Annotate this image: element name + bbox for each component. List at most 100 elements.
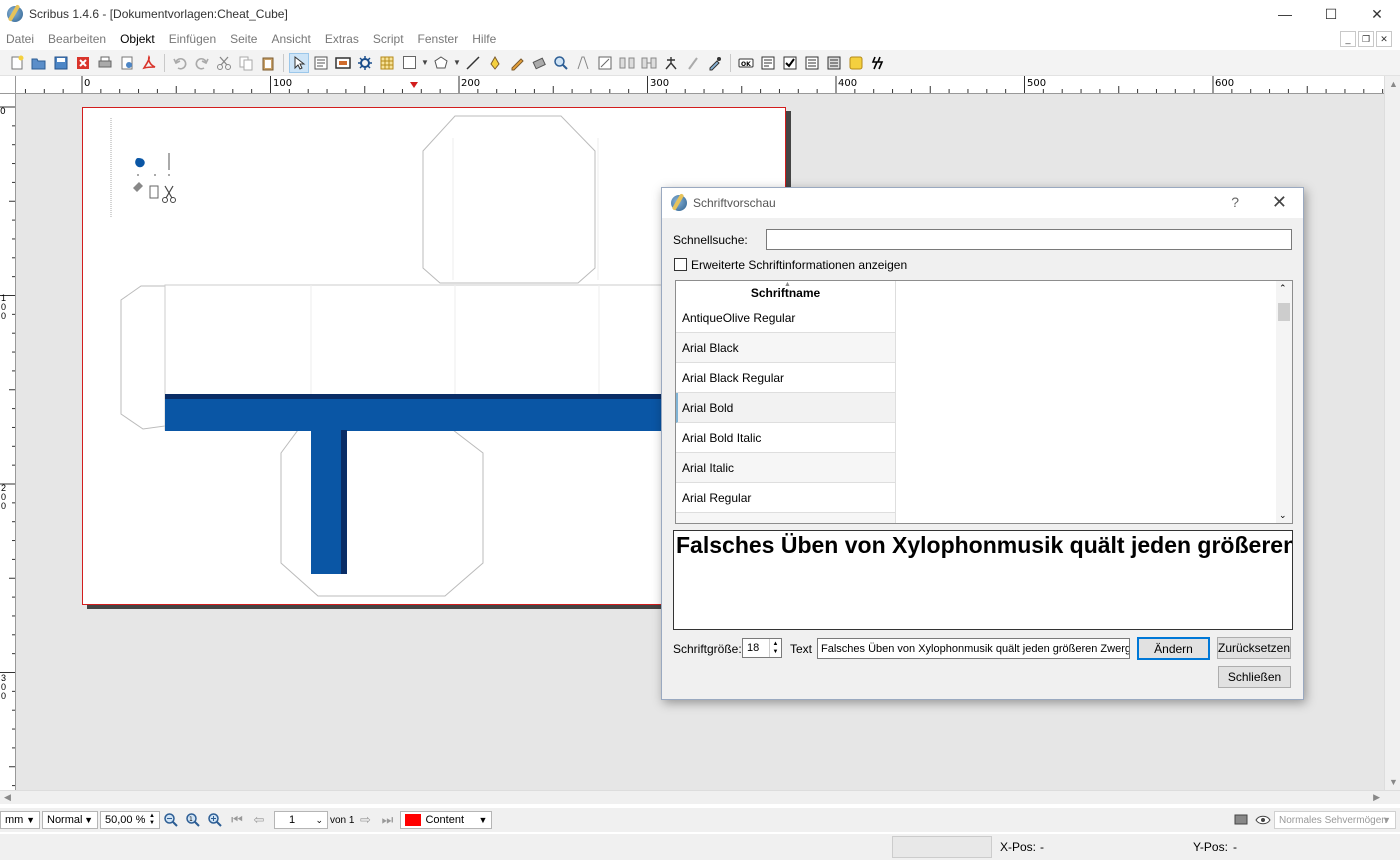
blue-vertical-bar[interactable] xyxy=(311,430,341,574)
menu-script[interactable]: Script xyxy=(367,32,412,46)
select-icon[interactable] xyxy=(289,52,309,73)
first-page-icon[interactable]: ⏮ xyxy=(227,810,247,830)
font-list-scrollbar[interactable]: ⌃ ⌄ xyxy=(1276,281,1292,523)
horizontal-ruler[interactable]: 0 100 200 300 400 500 600 xyxy=(16,76,1384,94)
font-row[interactable]: AntiqueOlive Regular xyxy=(676,303,896,333)
paste-icon[interactable] xyxy=(258,53,278,73)
page-select[interactable]: 1 ⌄ xyxy=(274,811,328,829)
zoom-input[interactable]: 50,00 % ▲ ▼ xyxy=(100,811,160,829)
vision-select[interactable]: Normales Sehvermögen ▼ xyxy=(1274,811,1396,829)
new-document-icon[interactable] xyxy=(7,53,27,73)
menu-datei[interactable]: Datei xyxy=(0,32,42,46)
pdf-textfield-icon[interactable] xyxy=(758,53,778,73)
rotate-icon[interactable] xyxy=(529,53,549,73)
table-icon[interactable] xyxy=(377,53,397,73)
edit-text-icon[interactable] xyxy=(573,53,593,73)
polygon-icon[interactable] xyxy=(431,53,451,73)
preview-mode-icon[interactable] xyxy=(1231,810,1251,830)
close-document-icon[interactable] xyxy=(73,53,93,73)
font-row[interactable]: Arial Italic xyxy=(676,453,896,483)
menu-fenster[interactable]: Fenster xyxy=(412,32,467,46)
zoom-100-icon[interactable]: 1 xyxy=(183,810,203,830)
font-row[interactable] xyxy=(676,513,896,523)
story-editor-icon[interactable] xyxy=(595,53,615,73)
menu-hilfe[interactable]: Hilfe xyxy=(466,32,504,46)
font-row[interactable]: Arial Regular xyxy=(676,483,896,513)
eyedropper-icon[interactable] xyxy=(705,53,725,73)
dialog-close-button[interactable]: ✕ xyxy=(1272,192,1287,213)
eye-icon[interactable] xyxy=(1253,810,1273,830)
doc-restore-button[interactable]: ❐ xyxy=(1358,31,1374,47)
last-page-icon[interactable]: ⏭ xyxy=(377,810,397,830)
pdf-checkbox-icon[interactable] xyxy=(780,53,800,73)
measure-icon[interactable] xyxy=(661,53,681,73)
cube-left-flap[interactable] xyxy=(120,285,166,430)
zoom-out-icon[interactable] xyxy=(161,810,181,830)
shape-dropdown-icon[interactable]: ▼ xyxy=(421,53,429,73)
vertical-ruler[interactable]: 0 1 0 0 2 0 0 3 0 0 xyxy=(0,94,16,790)
copy-properties-icon[interactable] xyxy=(683,53,703,73)
font-list-header[interactable]: Schriftname xyxy=(676,281,896,303)
minimize-button[interactable]: — xyxy=(1262,0,1308,28)
vertical-scrollbar[interactable]: ▲ ▼ xyxy=(1384,76,1400,790)
maximize-button[interactable]: ☐ xyxy=(1308,0,1354,28)
chevron-down-icon[interactable]: ⌄ xyxy=(1279,510,1287,521)
redo-icon[interactable] xyxy=(192,53,212,73)
spin-arrows-icon[interactable]: ▲ ▼ xyxy=(769,639,781,657)
polygon-dropdown-icon[interactable]: ▼ xyxy=(453,53,461,73)
extended-info-checkbox[interactable] xyxy=(674,258,687,271)
text-frame-icon[interactable] xyxy=(311,53,331,73)
unlink-frames-icon[interactable] xyxy=(639,53,659,73)
font-list[interactable]: ▲ Schriftname AntiqueOlive Regular Arial… xyxy=(675,280,1293,524)
undo-icon[interactable] xyxy=(170,53,190,73)
close-button[interactable]: Schließen xyxy=(1218,666,1291,688)
change-button[interactable]: Ändern xyxy=(1137,637,1210,660)
open-icon[interactable] xyxy=(29,53,49,73)
shape-icon[interactable] xyxy=(399,53,419,73)
layer-select[interactable]: Content ▼ xyxy=(400,811,493,829)
menu-bearbeiten[interactable]: Bearbeiten xyxy=(42,32,114,46)
freehand-icon[interactable] xyxy=(507,53,527,73)
save-icon[interactable] xyxy=(51,53,71,73)
menu-seite[interactable]: Seite xyxy=(224,32,265,46)
next-page-icon[interactable]: ⇨ xyxy=(355,810,375,830)
previous-page-icon[interactable]: ⇦ xyxy=(249,810,269,830)
cube-top-flap[interactable] xyxy=(422,115,596,284)
doc-minimize-button[interactable]: _ xyxy=(1340,31,1356,47)
menu-ansicht[interactable]: Ansicht xyxy=(265,32,318,46)
zoom-in-icon[interactable] xyxy=(205,810,225,830)
reset-button[interactable]: Zurücksetzen xyxy=(1217,637,1291,659)
help-button[interactable]: ? xyxy=(1231,194,1239,210)
pdf-combobox-icon[interactable] xyxy=(802,53,822,73)
image-frame-icon[interactable] xyxy=(333,53,353,73)
font-row-selected[interactable]: Arial Bold xyxy=(676,393,896,423)
menu-einfuegen[interactable]: Einfügen xyxy=(163,32,224,46)
print-icon[interactable] xyxy=(95,53,115,73)
line-icon[interactable] xyxy=(463,53,483,73)
render-frame-icon[interactable] xyxy=(355,53,375,73)
copy-icon[interactable] xyxy=(236,53,256,73)
menu-objekt[interactable]: Objekt xyxy=(114,32,163,46)
bezier-icon[interactable] xyxy=(485,53,505,73)
scroll-down-icon[interactable]: ▼ xyxy=(1389,777,1398,787)
chevron-up-icon[interactable]: ⌃ xyxy=(1279,283,1287,294)
pdf-link-icon[interactable] xyxy=(868,53,888,73)
font-row[interactable]: Arial Bold Italic xyxy=(676,423,896,453)
doc-close-button[interactable]: ✕ xyxy=(1376,31,1392,47)
scroll-right-icon[interactable]: ▶ xyxy=(1373,792,1380,803)
cut-icon[interactable] xyxy=(214,53,234,73)
link-frames-icon[interactable] xyxy=(617,53,637,73)
zoom-icon[interactable] xyxy=(551,53,571,73)
horizontal-scrollbar[interactable]: ◀ ▶ xyxy=(0,790,1400,804)
font-row[interactable]: Arial Black xyxy=(676,333,896,363)
pdf-listbox-icon[interactable] xyxy=(824,53,844,73)
scroll-up-icon[interactable]: ▲ xyxy=(1389,79,1398,89)
export-pdf-icon[interactable] xyxy=(139,53,159,73)
preview-text-input[interactable]: Falsches Üben von Xylophonmusik quält je… xyxy=(817,638,1130,659)
scroll-left-icon[interactable]: ◀ xyxy=(4,792,11,803)
pdf-annotation-icon[interactable] xyxy=(846,53,866,73)
quick-search-input[interactable] xyxy=(766,229,1292,250)
preflight-icon[interactable] xyxy=(117,53,137,73)
menu-extras[interactable]: Extras xyxy=(319,32,367,46)
image-quality-select[interactable]: Normal ▼ xyxy=(42,811,98,829)
